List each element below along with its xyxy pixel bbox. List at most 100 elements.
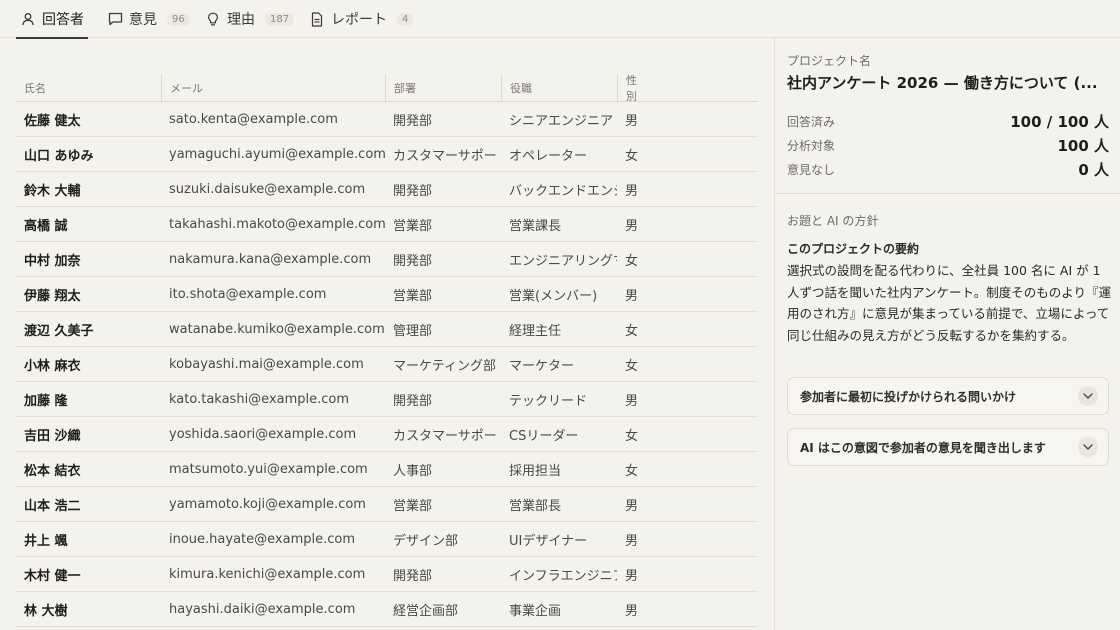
cell-dept: 開発部 — [393, 394, 433, 409]
cell-name: 佐藤 健太 — [24, 114, 81, 129]
cell-role: 営業課長 — [509, 219, 562, 234]
cell-name: 鈴木 大輔 — [24, 184, 81, 199]
cell-gender: 女 — [625, 254, 639, 269]
accordion-ai-intent[interactable]: AI はこの意図で参加者の意見を聞き出します — [787, 428, 1109, 466]
cell-email: hayashi.daiki@example.com — [169, 602, 356, 617]
cell-email: sato.kenta@example.com — [169, 112, 338, 127]
cell-role: 営業部長 — [509, 499, 562, 514]
table-row[interactable]: 井上 颯 inoue.hayate@example.com デザイン部 UIデザイナー… — [16, 522, 758, 557]
cell-email: suzuki.daisuke@example.com — [169, 182, 366, 197]
lightbulb-icon — [205, 11, 221, 27]
cell-dept: デザイン部 — [393, 534, 459, 549]
table-row[interactable]: 加藤 隆 kato.takashi@example.com 開発部 テックリード 男 — [16, 382, 758, 417]
stat-analyzed: 分析対象 100 人 — [787, 133, 1109, 157]
cell-gender: 女 — [625, 464, 639, 479]
cell-email: inoue.hayate@example.com — [169, 532, 355, 547]
column-header-department[interactable]: 部署 — [385, 74, 501, 101]
cell-gender: 男 — [625, 569, 639, 584]
stat-no-opinion: 意見なし 0 人 — [787, 157, 1109, 181]
project-name-label: プロジェクト名 — [787, 54, 872, 68]
tab-label: 理由 — [227, 12, 255, 28]
accordion-initial-question[interactable]: 参加者に最初に投げかけられる問いかけ — [787, 377, 1109, 415]
table-row[interactable]: 山本 浩二 yamamoto.koji@example.com 営業部 営業部長 男 — [16, 487, 758, 522]
cell-dept: カスタマーサポート — [393, 149, 501, 164]
column-header-gender[interactable]: 性別 — [617, 74, 643, 101]
cell-role: テックリード — [509, 394, 588, 409]
table-body: 佐藤 健太 sato.kenta@example.com 開発部 シニアエンジニア男山… — [16, 102, 758, 627]
cell-email: ito.shota@example.com — [169, 287, 327, 302]
summary-text: 選択式の設問を配る代わりに、全社員 100 名に AI が 1 人ずつ話を聞いた… — [787, 263, 1112, 343]
cell-name: 渡辺 久美子 — [24, 324, 94, 339]
table-row[interactable]: 鈴木 大輔 suzuki.daisuke@example.com 開発部 バックエンド… — [16, 172, 758, 207]
accordion-label: 参加者に最初に投げかけられる問いかけ — [800, 389, 1017, 404]
cell-role: UIデザイナー — [509, 534, 588, 549]
column-header-role[interactable]: 役職 — [501, 74, 617, 101]
stat-label: 意見なし — [787, 162, 836, 177]
cell-dept: 経営企画部 — [393, 604, 459, 619]
stat-value: 100 人 — [1057, 136, 1109, 155]
cell-name: 伊藤 翔太 — [24, 289, 81, 304]
cell-role: シニアエンジニア — [509, 114, 614, 129]
cell-name: 小林 麻衣 — [24, 359, 81, 374]
table-row[interactable]: 伊藤 翔太 ito.shota@example.com 営業部 営業(メンバー) 男 — [16, 277, 758, 312]
stat-answered: 回答済み 100 / 100 人 — [787, 109, 1109, 133]
cell-dept: 開発部 — [393, 114, 433, 129]
tab-report[interactable]: レポート 4 — [309, 0, 414, 38]
cell-email: takahashi.makoto@example.com — [169, 217, 385, 232]
cell-gender: 男 — [625, 219, 639, 234]
cell-name: 中村 加奈 — [24, 254, 81, 269]
cell-gender: 男 — [625, 534, 639, 549]
table-row[interactable]: 林 大樹 hayashi.daiki@example.com 経営企画部 事業企画 男 — [16, 592, 758, 627]
summary-heading: このプロジェクトの要約 — [787, 242, 920, 256]
chevron-down-icon[interactable] — [1078, 386, 1098, 406]
cell-name: 吉田 沙織 — [24, 429, 81, 444]
cell-email: yamamoto.koji@example.com — [169, 497, 366, 512]
cell-gender: 女 — [625, 324, 639, 339]
cell-gender: 女 — [625, 429, 639, 444]
tab-count-badge: 187 — [265, 12, 295, 26]
cell-name: 山口 あゆみ — [24, 149, 94, 164]
cell-gender: 男 — [625, 499, 639, 514]
tab-opinions[interactable]: 意見 96 — [107, 0, 190, 38]
table-row[interactable]: 松本 結衣 matsumoto.yui@example.com 人事部 採用担当 女 — [16, 452, 758, 487]
cell-gender: 女 — [625, 149, 639, 164]
cell-dept: カスタマーサポート — [393, 429, 501, 444]
cell-role: インフラエンジニア — [509, 569, 617, 584]
tab-label: 回答者 — [42, 12, 84, 28]
table-row[interactable]: 渡辺 久美子 watanabe.kumiko@example.com 管理部 経理主任… — [16, 312, 758, 347]
table-row[interactable]: 吉田 沙織 yoshida.saori@example.com カスタマーサポート C… — [16, 417, 758, 452]
cell-gender: 男 — [625, 394, 639, 409]
cell-role: バックエンドエンジニア — [509, 184, 617, 199]
table-row[interactable]: 高橋 誠 takahashi.makoto@example.com 営業部 営業課長 男 — [16, 207, 758, 242]
cell-email: kimura.kenichi@example.com — [169, 567, 366, 582]
stat-value: 0 人 — [1078, 160, 1109, 179]
cell-role: 営業(メンバー) — [509, 289, 598, 304]
cell-email: kobayashi.mai@example.com — [169, 357, 364, 372]
cell-email: watanabe.kumiko@example.com — [169, 322, 385, 337]
document-icon — [309, 11, 325, 27]
table-header: 氏名 メール 部署 役職 性別 — [16, 74, 758, 102]
tab-label: 意見 — [129, 12, 157, 28]
cell-name: 松本 結衣 — [24, 464, 81, 479]
tab-reasons[interactable]: 理由 187 — [205, 0, 295, 38]
comment-icon — [107, 11, 123, 27]
cell-dept: マーケティング部 — [393, 359, 496, 374]
project-panel: プロジェクト名 社内アンケート 2026 — 働き方について (... 回答済み… — [774, 38, 1120, 630]
table-row[interactable]: 佐藤 健太 sato.kenta@example.com 開発部 シニアエンジニア男 — [16, 102, 758, 137]
column-header-email[interactable]: メール — [161, 74, 385, 101]
divider — [775, 193, 1120, 194]
stat-label: 回答済み — [787, 114, 836, 129]
table-row[interactable]: 木村 健一 kimura.kenichi@example.com 開発部 インフラエン… — [16, 557, 758, 592]
cell-role: オペレーター — [509, 149, 588, 164]
cell-name: 山本 浩二 — [24, 499, 81, 514]
table-row[interactable]: 中村 加奈 nakamura.kana@example.com 開発部 エンジニアリン… — [16, 242, 758, 277]
tab-label: レポート — [331, 12, 387, 28]
column-header-name[interactable]: 氏名 — [16, 74, 161, 101]
chevron-down-icon[interactable] — [1078, 437, 1098, 457]
tab-respondents[interactable]: 回答者 — [16, 0, 88, 39]
table-row[interactable]: 山口 あゆみ yamaguchi.ayumi@example.com カスタマーサポ… — [16, 137, 758, 172]
cell-dept: 営業部 — [393, 289, 433, 304]
cell-dept: 開発部 — [393, 569, 433, 584]
table-row[interactable]: 小林 麻衣 kobayashi.mai@example.com マーケティング部 マー… — [16, 347, 758, 382]
tab-count-badge: 4 — [397, 12, 414, 26]
